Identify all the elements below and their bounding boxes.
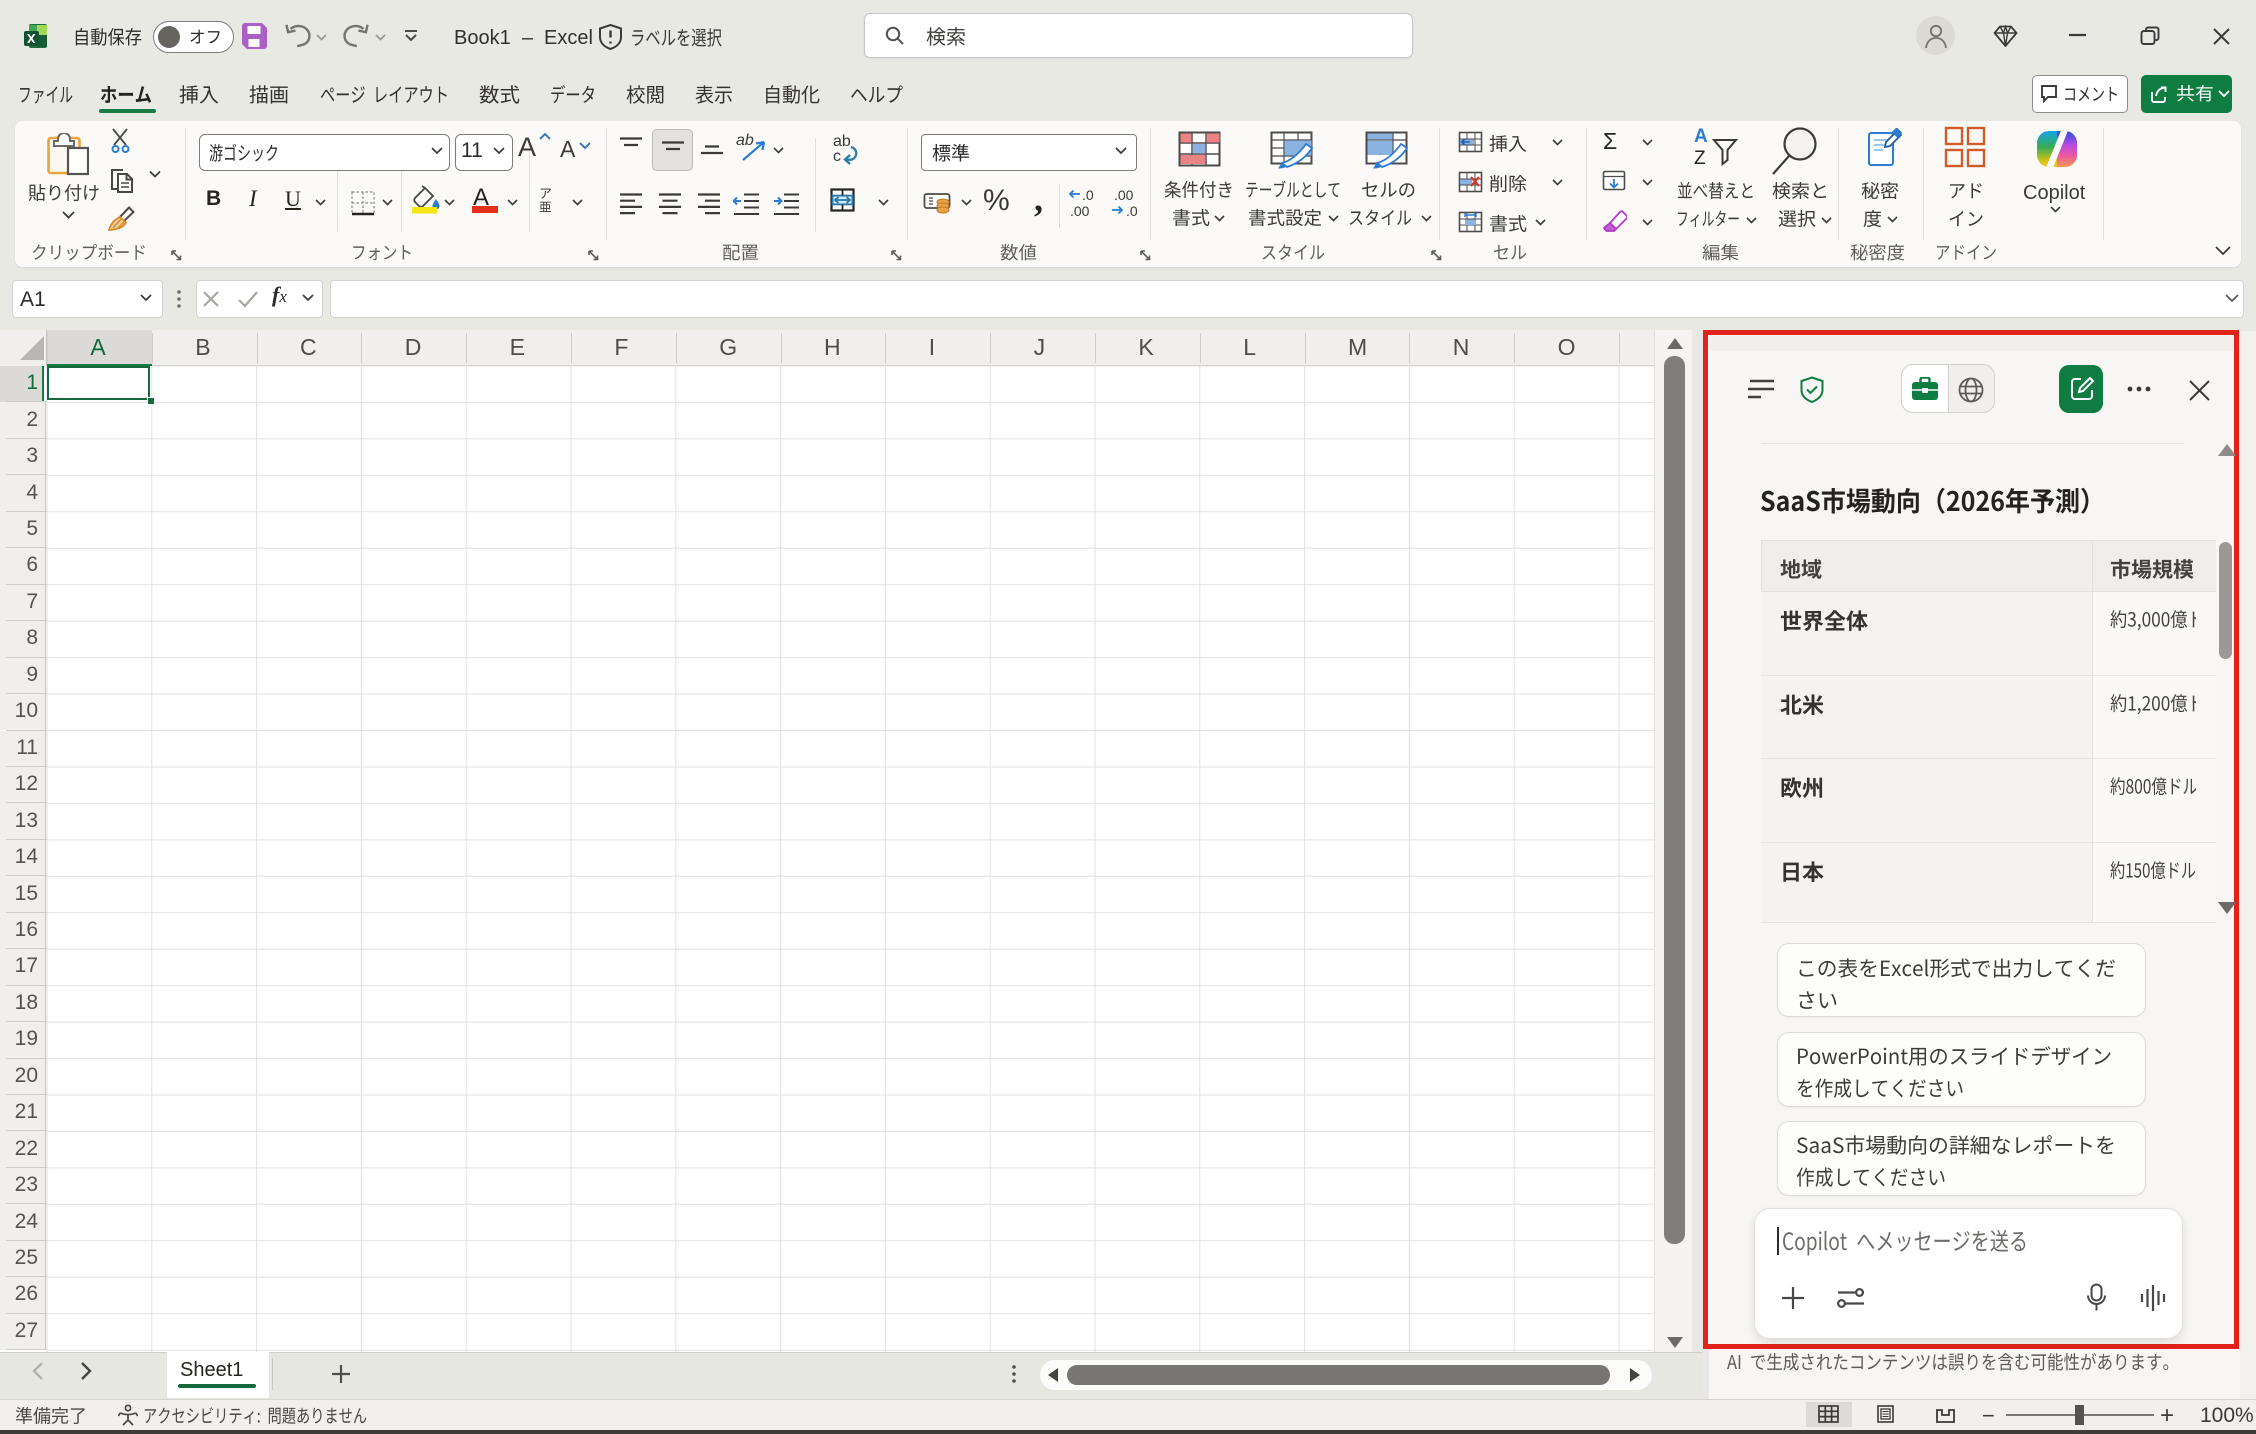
svg-text:.00: .00 [1114,188,1134,203]
svg-text:.0: .0 [1126,203,1138,219]
svg-text:.00: .00 [1070,203,1090,219]
svg-text:.0: .0 [1082,188,1094,203]
